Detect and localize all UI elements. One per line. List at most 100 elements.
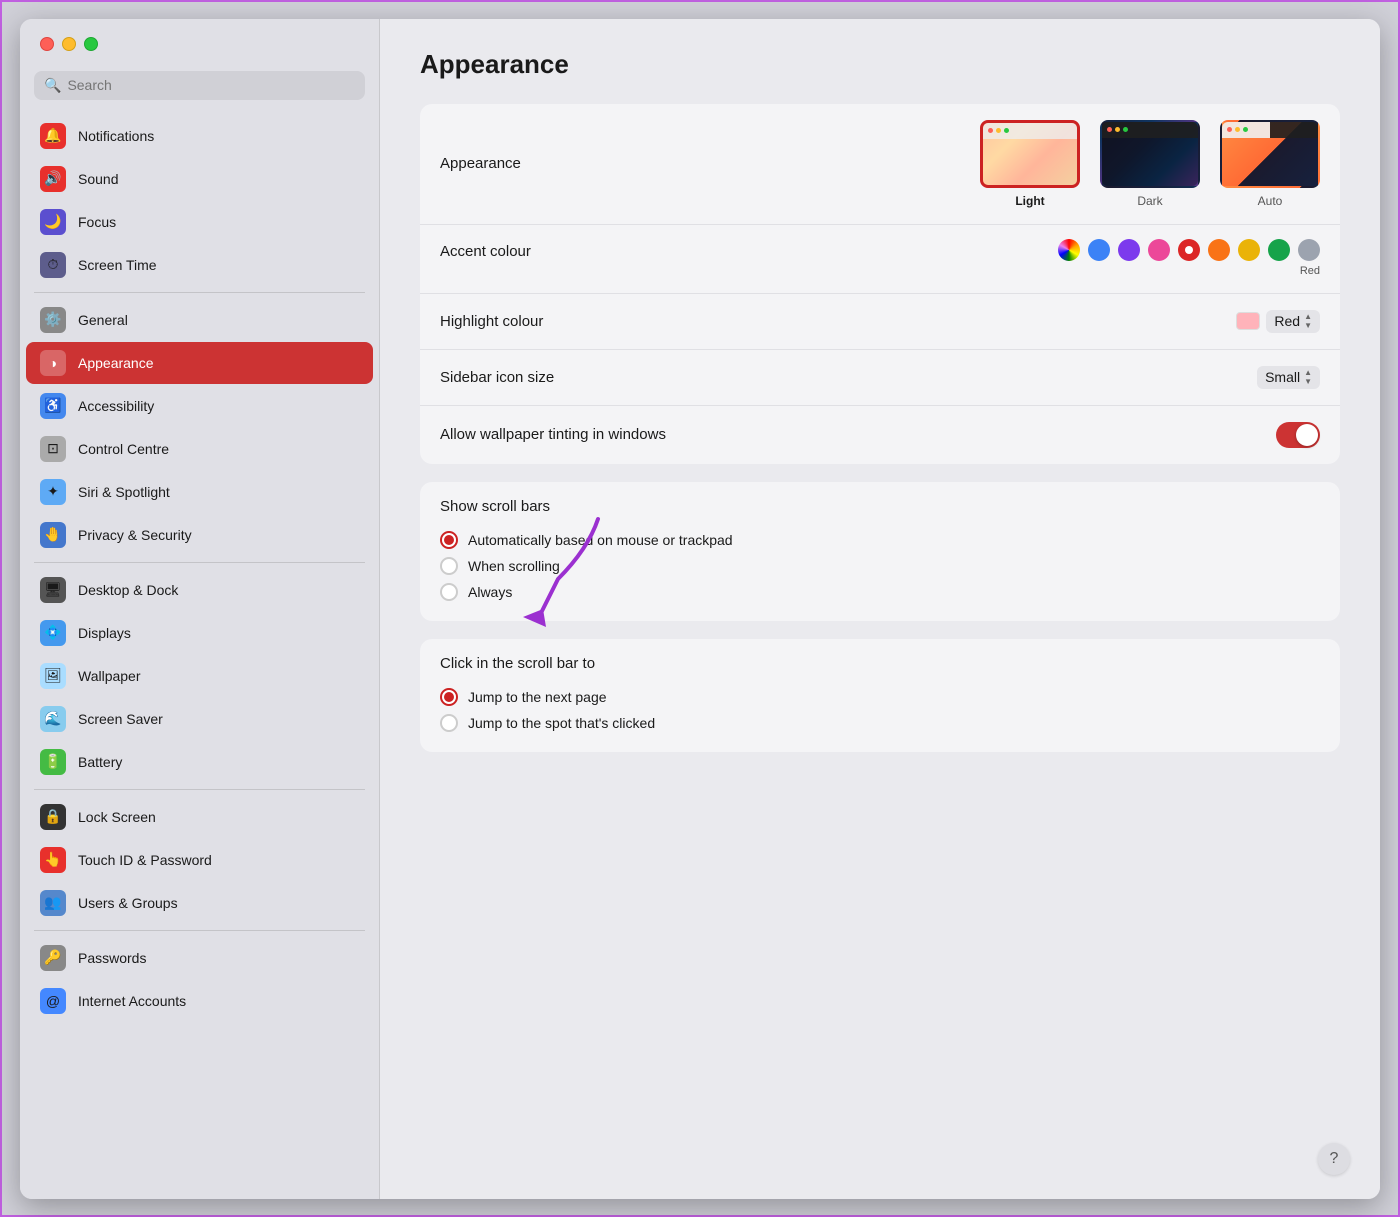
highlight-colour-value: Red	[1274, 313, 1300, 329]
sidebar-item-siri[interactable]: ✦Siri & Spotlight	[26, 471, 373, 513]
sidebar-item-notifications[interactable]: 🔔Notifications	[26, 115, 373, 157]
privacy-icon: 🤚	[40, 522, 66, 548]
accent-dot-red[interactable]	[1178, 239, 1200, 261]
sidebar-item-accessibility[interactable]: ♿Accessibility	[26, 385, 373, 427]
sidebar-item-wallpaper[interactable]: 🖼Wallpaper	[26, 655, 373, 697]
search-bar[interactable]: 🔍	[34, 71, 365, 100]
scroll-bars-options: Automatically based on mouse or trackpad…	[440, 527, 1320, 605]
radio-label-click-next: Jump to the next page	[468, 689, 607, 705]
sidebar-item-internet[interactable]: @ Internet Accounts	[26, 980, 373, 1022]
sidebar-item-users[interactable]: 👥Users & Groups	[26, 882, 373, 924]
touchid-icon: 👆	[40, 847, 66, 873]
radio-label-scrolling: When scrolling	[468, 558, 560, 574]
traffic-lights	[20, 19, 379, 65]
sidebar-item-privacy[interactable]: 🤚 Privacy & Security	[26, 514, 373, 556]
lockscreen-icon: 🔒	[40, 804, 66, 830]
sidebar-icon-size-row: Sidebar icon size Small ▲ ▼	[420, 350, 1340, 406]
appearance-option-auto[interactable]: Auto	[1220, 120, 1320, 208]
sidebar-divider	[34, 930, 365, 931]
radio-btn-auto[interactable]	[440, 531, 458, 549]
scroll-bars-option-scrolling[interactable]: When scrolling	[440, 553, 1320, 579]
search-input[interactable]	[67, 77, 355, 93]
highlight-colour-select[interactable]: Red ▲ ▼	[1266, 310, 1320, 333]
page-title: Appearance	[420, 49, 1340, 80]
accent-dot-green[interactable]	[1268, 239, 1290, 261]
accent-colour-row: Accent colour Red	[420, 225, 1340, 294]
radio-btn-always[interactable]	[440, 583, 458, 601]
radio-btn-scrolling[interactable]	[440, 557, 458, 575]
search-icon: 🔍	[44, 77, 61, 94]
sidebar-item-focus[interactable]: 🌙Focus	[26, 201, 373, 243]
sidebar-item-screentime[interactable]: ⏱Screen Time	[26, 244, 373, 286]
sidebar-item-label-lockscreen: Lock Screen	[78, 809, 156, 825]
sidebar-item-label-general: General	[78, 312, 128, 328]
accent-dot-multicolor[interactable]	[1058, 239, 1080, 261]
sidebar-item-label-internet: Internet Accounts	[78, 993, 186, 1009]
appearance-thumb-auto[interactable]	[1220, 120, 1320, 188]
accent-colors-group: Red	[1058, 239, 1320, 277]
click-scroll-option-next[interactable]: Jump to the next page	[440, 684, 1320, 710]
accent-dot-blue[interactable]	[1088, 239, 1110, 261]
close-button[interactable]	[40, 37, 54, 51]
appearance-label-dark: Dark	[1137, 194, 1162, 208]
accent-dot-purple[interactable]	[1118, 239, 1140, 261]
wallpaper-tinting-row: Allow wallpaper tinting in windows	[420, 406, 1340, 464]
sidebar-item-displays[interactable]: 💠Displays	[26, 612, 373, 654]
sidebar-icon-size-value: Small	[1265, 369, 1300, 385]
select-arrows-icon: ▲ ▼	[1304, 313, 1312, 330]
sidebar-item-label-sound: Sound	[78, 171, 118, 187]
sidebar-item-lockscreen[interactable]: 🔒 Lock Screen	[26, 796, 373, 838]
sidebar-item-label-users: Users & Groups	[78, 895, 178, 911]
scroll-bars-option-always[interactable]: Always	[440, 579, 1320, 605]
scroll-bars-section: Show scroll bars Automatically based on …	[420, 482, 1340, 621]
passwords-icon: 🔑	[40, 945, 66, 971]
appearance-option-light[interactable]: Light	[980, 120, 1080, 208]
accent-row	[1058, 239, 1320, 261]
show-scroll-bars-title: Show scroll bars	[440, 498, 1320, 515]
help-icon: ?	[1330, 1150, 1339, 1168]
appearance-row-label: Appearance	[440, 155, 521, 172]
sidebar-item-label-siri: Siri & Spotlight	[78, 484, 170, 500]
sidebar-item-appearance[interactable]: ◑Appearance	[26, 342, 373, 384]
wallpaper-tinting-toggle[interactable]	[1276, 422, 1320, 448]
sidebar-item-general[interactable]: ⚙️General	[26, 299, 373, 341]
sidebar-item-label-controlcentre: Control Centre	[78, 441, 169, 457]
appearance-option-dark[interactable]: Dark	[1100, 120, 1200, 208]
accent-dot-graphite[interactable]	[1298, 239, 1320, 261]
appearance-thumb-light[interactable]	[980, 120, 1080, 188]
sidebar-item-controlcentre[interactable]: ⊡ Control Centre	[26, 428, 373, 470]
sidebar-icon-size-label: Sidebar icon size	[440, 369, 554, 386]
click-scroll-options: Jump to the next page Jump to the spot th…	[440, 684, 1320, 736]
accent-dot-yellow[interactable]	[1238, 239, 1260, 261]
controlcentre-icon: ⊡	[40, 436, 66, 462]
sidebar-item-battery[interactable]: 🔋Battery	[26, 741, 373, 783]
minimize-button[interactable]	[62, 37, 76, 51]
scroll-bars-option-auto[interactable]: Automatically based on mouse or trackpad	[440, 527, 1320, 553]
appearance-thumb-dark[interactable]	[1100, 120, 1200, 188]
sidebar-divider	[34, 562, 365, 563]
click-scroll-bar-title: Click in the scroll bar to	[440, 655, 1320, 672]
accent-dot-orange[interactable]	[1208, 239, 1230, 261]
sidebar-item-sound[interactable]: 🔊Sound	[26, 158, 373, 200]
help-button[interactable]: ?	[1318, 1143, 1350, 1175]
internet-icon: @	[40, 988, 66, 1014]
fullscreen-button[interactable]	[84, 37, 98, 51]
select-arrows-icon2: ▲ ▼	[1304, 369, 1312, 386]
main-content: Appearance Appearance	[380, 19, 1380, 1199]
sidebar-item-label-privacy: Privacy & Security	[78, 527, 192, 543]
radio-btn-click-next[interactable]	[440, 688, 458, 706]
accent-dot-pink[interactable]	[1148, 239, 1170, 261]
sidebar-icon-size-select[interactable]: Small ▲ ▼	[1257, 366, 1320, 389]
radio-btn-click-spot[interactable]	[440, 714, 458, 732]
sidebar-item-desktop[interactable]: 🖥Desktop & Dock	[26, 569, 373, 611]
desktop-icon: 🖥	[40, 577, 66, 603]
sidebar-item-label-passwords: Passwords	[78, 950, 146, 966]
sidebar-item-passwords[interactable]: 🔑 Passwords	[26, 937, 373, 979]
appearance-icon: ◑	[40, 350, 66, 376]
click-scroll-option-spot[interactable]: Jump to the spot that's clicked	[440, 710, 1320, 736]
sidebar-items-container: 🔔Notifications🔊Sound🌙Focus⏱Screen Time ⚙️…	[20, 114, 379, 1023]
sidebar-item-touchid[interactable]: 👆Touch ID & Password	[26, 839, 373, 881]
sidebar-item-screensaver[interactable]: 🌊Screen Saver	[26, 698, 373, 740]
radio-label-auto: Automatically based on mouse or trackpad	[468, 532, 733, 548]
displays-icon: 💠	[40, 620, 66, 646]
